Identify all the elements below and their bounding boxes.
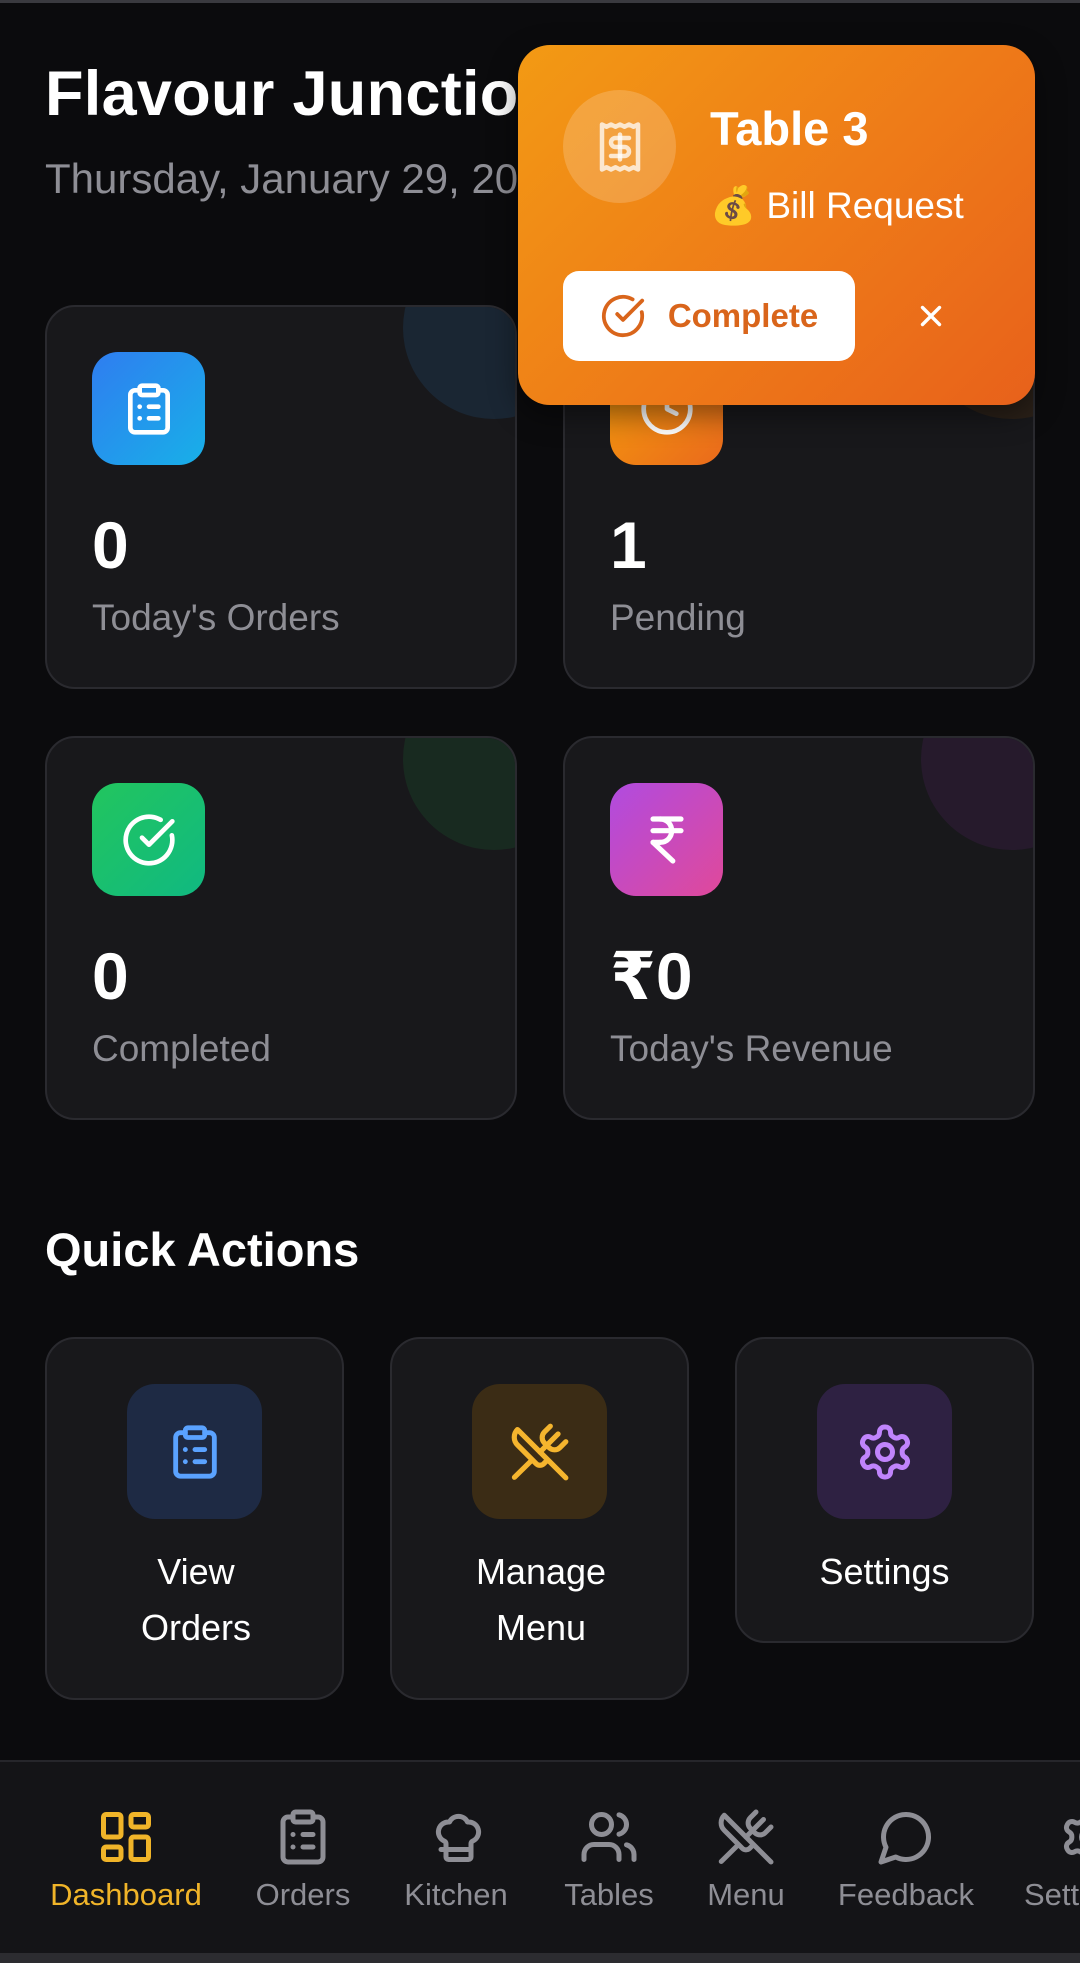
quick-action-label: Manage Menu <box>475 1551 607 1648</box>
dashboard-screen: Flavour Junction Thursday, January 29, 2… <box>0 0 1080 1963</box>
system-nav-bar <box>0 1953 1080 1963</box>
settings-button[interactable]: Settings <box>735 1337 1034 1643</box>
dashboard-grid-icon <box>101 1812 151 1862</box>
stat-card-todays-orders[interactable]: 0 Today's Orders <box>45 305 517 689</box>
nav-label: Settings <box>1024 1877 1080 1912</box>
view-orders-button[interactable]: View Orders <box>45 1337 344 1700</box>
check-circle-icon <box>92 783 205 896</box>
clipboard-icon <box>92 352 205 465</box>
nav-item-orders[interactable]: Orders <box>250 1762 356 1953</box>
gear-icon <box>817 1384 952 1519</box>
top-divider <box>0 0 1080 3</box>
complete-button[interactable]: Complete <box>563 271 855 361</box>
nav-label: Menu <box>707 1877 785 1912</box>
utensils-crossed-icon <box>718 1809 774 1865</box>
quick-action-label: View Orders <box>140 1551 252 1648</box>
close-icon[interactable] <box>906 291 956 341</box>
clipboard-icon <box>127 1384 262 1519</box>
stat-label: Today's Orders <box>92 597 340 638</box>
card-decoration <box>403 307 515 419</box>
manage-menu-button[interactable]: Manage Menu <box>390 1337 689 1700</box>
nav-label: Orders <box>255 1877 351 1912</box>
stat-card-completed[interactable]: 0 Completed <box>45 736 517 1120</box>
page-title: Flavour Junction <box>45 59 558 129</box>
page-date: Thursday, January 29, 2026 <box>45 155 565 202</box>
stat-label: Today's Revenue <box>610 1028 893 1069</box>
stat-value: 0 <box>92 939 129 1013</box>
nav-item-settings[interactable]: Settings <box>1024 1762 1080 1953</box>
nav-item-feedback[interactable]: Feedback <box>832 1762 980 1953</box>
nav-item-dashboard[interactable]: Dashboard <box>45 1762 207 1953</box>
bottom-nav: Dashboard Orders Kitchen Tables Menu Fee… <box>0 1760 1080 1953</box>
nav-label: Kitchen <box>404 1877 508 1912</box>
receipt-icon <box>563 90 676 203</box>
nav-label: Feedback <box>837 1877 975 1912</box>
bill-request-notification: Table 3 💰 Bill Request Complete <box>518 45 1035 405</box>
check-circle-icon <box>601 294 644 338</box>
stat-value: 1 <box>610 508 647 582</box>
nav-label: Tables <box>564 1877 654 1912</box>
notification-subtitle: 💰 Bill Request <box>710 185 964 226</box>
nav-item-menu[interactable]: Menu <box>702 1762 790 1953</box>
stat-label: Completed <box>92 1028 271 1069</box>
chef-hat-icon <box>435 1813 482 1862</box>
stat-value: 0 <box>92 508 129 582</box>
stat-card-revenue[interactable]: ₹0 Today's Revenue <box>563 736 1035 1120</box>
stat-label: Pending <box>610 597 746 638</box>
users-icon <box>581 1812 637 1862</box>
complete-button-label: Complete <box>667 297 819 334</box>
utensils-crossed-icon <box>472 1384 607 1519</box>
card-decoration <box>921 738 1033 850</box>
stat-value: ₹0 <box>610 939 693 1013</box>
nav-item-tables[interactable]: Tables <box>556 1762 662 1953</box>
quick-action-label: Settings <box>819 1551 950 1592</box>
message-circle-icon <box>878 1811 932 1865</box>
quick-actions-title: Quick Actions <box>45 1223 360 1276</box>
rupee-icon <box>610 783 723 896</box>
nav-item-kitchen[interactable]: Kitchen <box>398 1762 514 1953</box>
gear-icon <box>1063 1819 1080 1855</box>
notification-title: Table 3 <box>710 102 869 155</box>
clipboard-icon <box>280 1809 326 1865</box>
card-decoration <box>403 738 515 850</box>
nav-label: Dashboard <box>50 1877 202 1912</box>
